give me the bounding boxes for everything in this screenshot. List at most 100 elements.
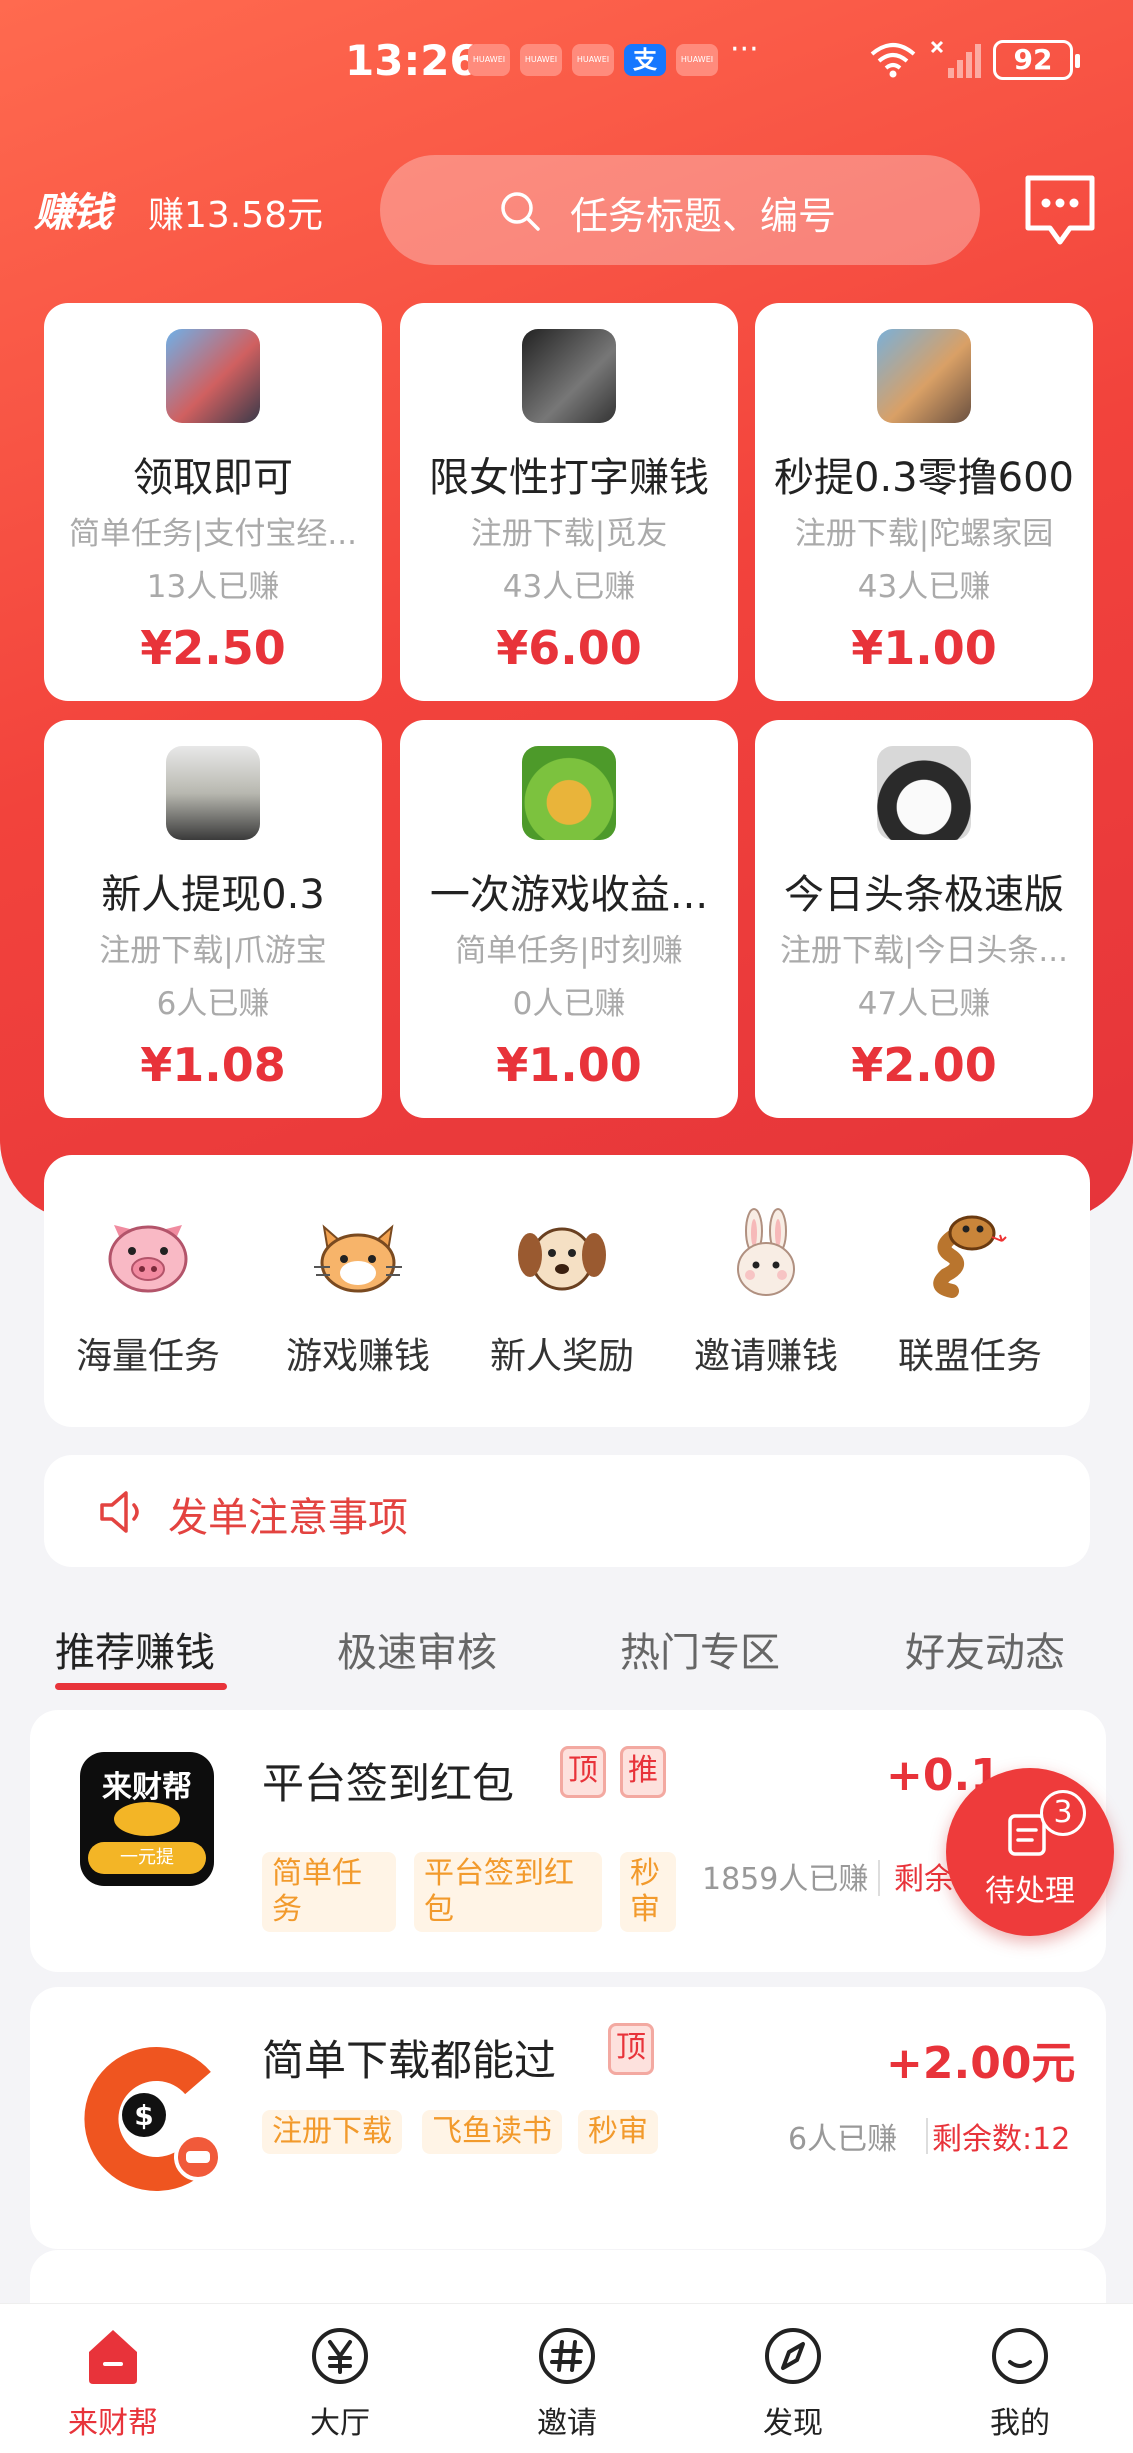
yuan-icon: [312, 2328, 368, 2384]
task-price: ¥1.08: [140, 1038, 286, 1092]
huawei-notification-icon: HUAWEI: [676, 44, 718, 76]
nav-home[interactable]: 来财帮: [33, 2324, 193, 2442]
task-earned-count: 6人已赚: [156, 986, 270, 1022]
task-price: ¥1.00: [496, 1038, 642, 1092]
category-pig[interactable]: 海量任务: [48, 1207, 248, 1379]
category-label: 邀请赚钱: [693, 1336, 838, 1377]
battery-indicator: 92: [993, 40, 1080, 80]
featured-task-card[interactable]: 秒提0.3零撸600 注册下载|陀螺家园 43人已赚 ¥1.00: [755, 303, 1093, 701]
search-placeholder: 任务标题、编号: [570, 194, 837, 238]
search-icon: [501, 192, 540, 231]
task-tag: 简单任务: [262, 1852, 396, 1932]
top-badge: 顶: [560, 1746, 606, 1798]
tab-hot[interactable]: 热门专区: [620, 1620, 780, 1678]
task-thumbnail: [166, 329, 260, 423]
snake-icon: [933, 1215, 1007, 1298]
home-icon: [89, 2330, 137, 2384]
task-tag: 秒审: [578, 2110, 658, 2154]
task-price: ¥1.00: [851, 621, 997, 675]
task-earned-count: 6人已赚: [788, 2122, 898, 2157]
task-name: 简单下载都能过: [262, 2036, 557, 2085]
more-notifications-icon: ···: [730, 32, 759, 67]
pending-label: 待处理: [985, 1874, 1075, 1909]
search-input[interactable]: 任务标题、编号: [380, 155, 980, 265]
app-logo-text: 来财帮: [102, 1770, 192, 1805]
nav-label: 来财帮: [68, 2406, 158, 2441]
bottom-navigation: 来财帮 大厅 邀请 发现 我的: [0, 2303, 1133, 2453]
category-panel: 海量任务 游戏赚钱 新人奖励 邀请赚钱 联盟任务: [44, 1155, 1090, 1427]
task-subtitle: 注册下载|陀螺家园: [794, 516, 1054, 552]
smile-icon: [992, 2328, 1048, 2384]
divider: [926, 2118, 928, 2154]
signal-icon: [930, 40, 981, 78]
task-thumbnail: [522, 746, 616, 840]
task-earned-count: 0人已赚: [512, 986, 626, 1022]
task-title: 今日头条极速版: [784, 872, 1064, 918]
huawei-notification-icon: HUAWEI: [520, 44, 562, 76]
rabbit-icon: [737, 1208, 795, 1296]
task-list-item[interactable]: $ 简单下载都能过 顶 注册下载 飞鱼读书 秒审 6人已赚 剩余数:12 +2.…: [30, 1987, 1106, 2249]
app-logo-subtext: 一元提: [88, 1842, 206, 1874]
task-remaining: 剩余数:12: [932, 2122, 1071, 2157]
pig-icon: [108, 1225, 188, 1293]
task-earned-count: 43人已赚: [857, 569, 991, 605]
speaker-icon: [100, 1491, 139, 1533]
category-label: 海量任务: [75, 1336, 220, 1377]
category-snake[interactable]: 联盟任务: [870, 1207, 1070, 1379]
category-label: 新人奖励: [489, 1336, 634, 1377]
nav-hall[interactable]: 大厅: [260, 2324, 420, 2442]
tab-friend-activity[interactable]: 好友动态: [905, 1620, 1065, 1678]
category-label: 联盟任务: [897, 1336, 1042, 1377]
task-subtitle: 简单任务|时刻赚: [455, 933, 683, 969]
nav-invite[interactable]: 邀请: [487, 2324, 647, 2442]
task-thumbnail: [166, 746, 260, 840]
task-title: 秒提0.3零撸600: [774, 455, 1074, 501]
featured-task-card[interactable]: 领取即可 简单任务|支付宝经... 13人已赚 ¥2.50: [44, 303, 382, 701]
category-rabbit[interactable]: 邀请赚钱: [666, 1207, 866, 1379]
task-price: ¥2.00: [851, 1038, 997, 1092]
tab-fast-review[interactable]: 极速审核: [337, 1620, 497, 1678]
task-subtitle: 注册下载|今日头条...: [779, 933, 1068, 969]
brand-logo: 赚钱: [34, 190, 112, 236]
task-subtitle: 简单任务|支付宝经...: [68, 516, 357, 552]
task-name: 平台签到红包: [262, 1759, 515, 1808]
svg-text:$: $: [134, 2099, 153, 2132]
gold-ingot-icon: [114, 1802, 180, 1836]
task-thumbnail: [877, 329, 971, 423]
cat-icon: [314, 1224, 402, 1293]
status-time: 13:26: [345, 36, 479, 85]
task-title: 一次游戏收益...: [429, 872, 709, 918]
featured-task-card[interactable]: 今日头条极速版 注册下载|今日头条... 47人已赚 ¥2.00: [755, 720, 1093, 1118]
message-icon[interactable]: [1020, 170, 1100, 250]
featured-task-card[interactable]: 限女性打字赚钱 注册下载|觅友 43人已赚 ¥6.00: [400, 303, 738, 701]
nav-discover[interactable]: 发现: [713, 2324, 873, 2442]
earned-amount[interactable]: 赚13.58元: [148, 186, 323, 238]
app-logo: $: [84, 2047, 222, 2191]
category-cat[interactable]: 游戏赚钱: [258, 1207, 458, 1379]
featured-task-card[interactable]: 新人提现0.3 注册下载|爪游宝 6人已赚 ¥1.08: [44, 720, 382, 1118]
task-earned-count: 47人已赚: [857, 986, 991, 1022]
nav-label: 邀请: [537, 2406, 597, 2441]
notice-bar[interactable]: 发单注意事项: [44, 1455, 1090, 1567]
task-tag: 秒审: [620, 1852, 676, 1932]
task-list-item[interactable]: 来财帮 一元提 平台签到红包 顶 推 简单任务 平台签到红包 秒审 1859人已…: [30, 1710, 1106, 1972]
active-tab-indicator: [55, 1683, 227, 1690]
alipay-notification-icon: 支: [624, 44, 666, 76]
task-tag: 注册下载: [262, 2110, 402, 2154]
task-subtitle: 注册下载|觅友: [470, 516, 668, 552]
compass-icon: [765, 2328, 821, 2384]
task-earned-count: 43人已赚: [502, 569, 636, 605]
nav-label: 发现: [763, 2406, 823, 2441]
top-badge: 顶: [608, 2023, 654, 2075]
pending-count-badge: 3: [1040, 1790, 1086, 1836]
task-thumbnail: [522, 329, 616, 423]
recommend-badge: 推: [620, 1746, 666, 1798]
dog-icon: [518, 1227, 606, 1291]
task-title: 限女性打字赚钱: [429, 455, 709, 501]
tab-recommended[interactable]: 推荐赚钱: [55, 1620, 215, 1678]
nav-mine[interactable]: 我的: [940, 2324, 1100, 2442]
category-dog[interactable]: 新人奖励: [462, 1207, 662, 1379]
task-price: ¥2.50: [140, 621, 286, 675]
pending-tasks-button[interactable]: 3 待处理: [946, 1768, 1114, 1936]
featured-task-card[interactable]: 一次游戏收益... 简单任务|时刻赚 0人已赚 ¥1.00: [400, 720, 738, 1118]
